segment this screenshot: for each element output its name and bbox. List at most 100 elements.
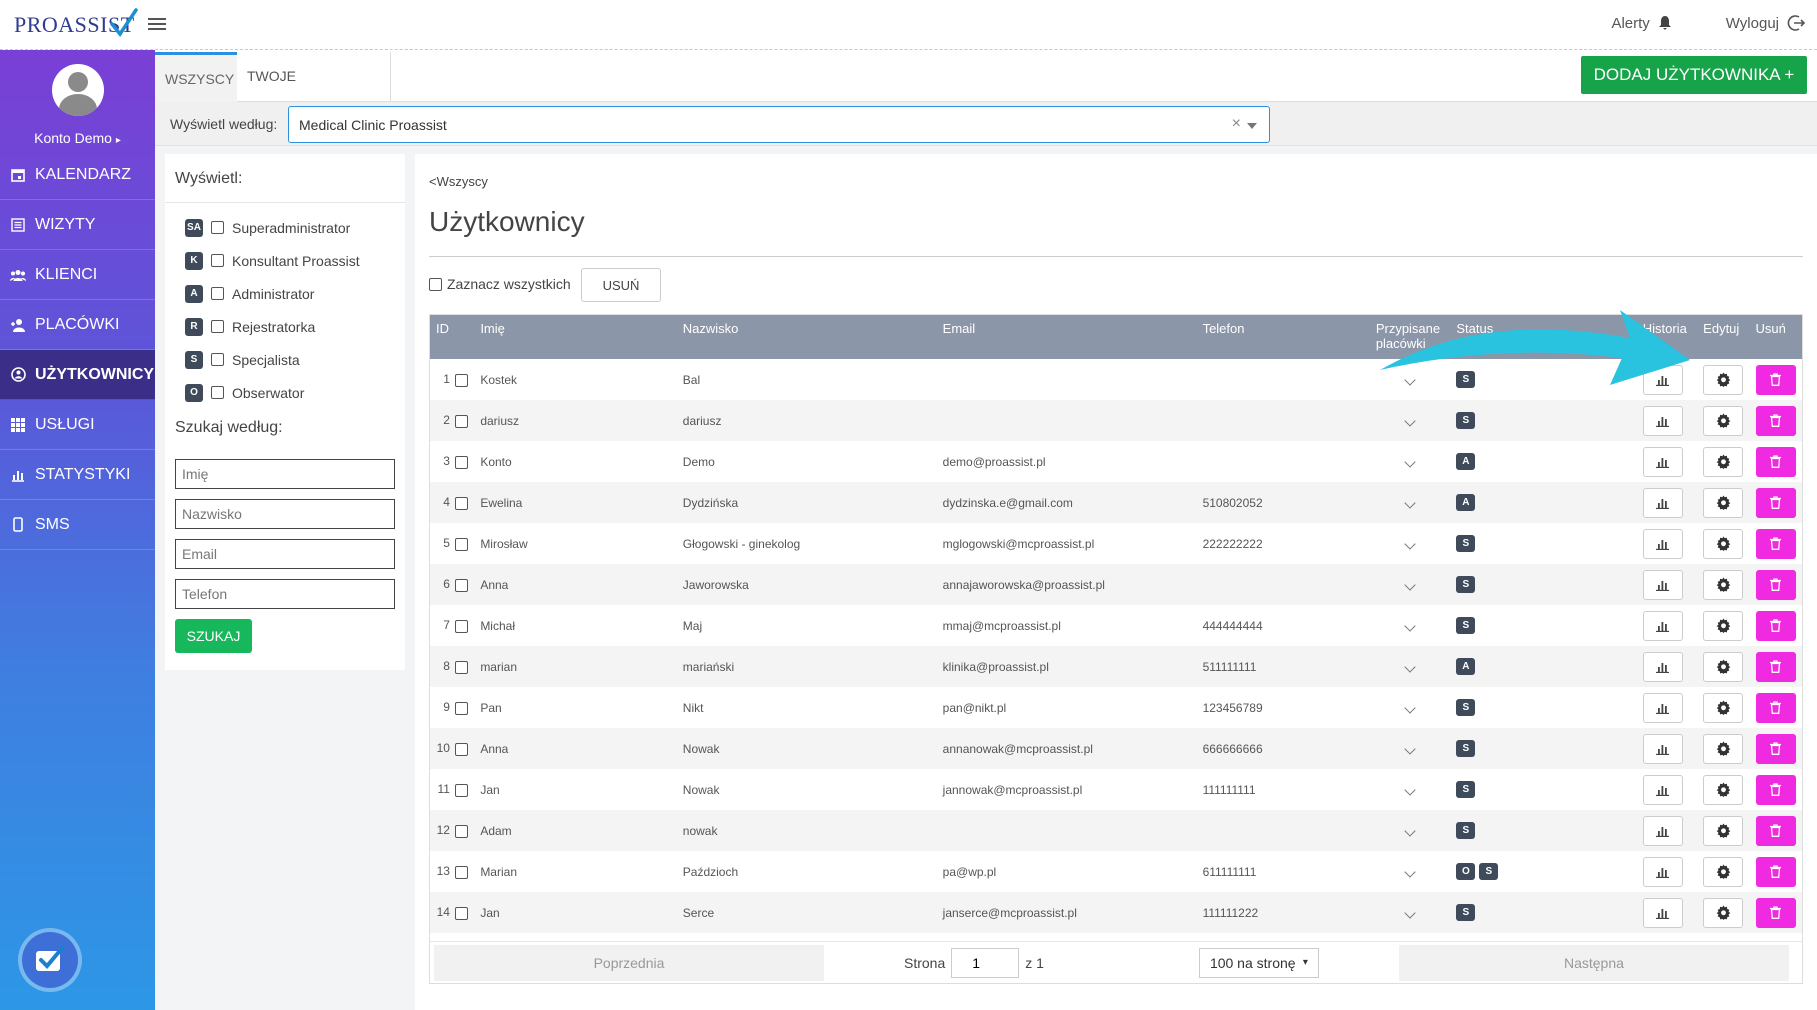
bulk-delete-button[interactable]: USUŃ [581, 268, 661, 302]
chevron-down-icon[interactable] [1404, 496, 1416, 509]
col-header-phone[interactable]: Telefon [1196, 315, 1370, 359]
tab-your-settings[interactable]: TWOJE USTAWIENIA [237, 52, 391, 132]
back-link[interactable]: <Wszyscy [429, 174, 488, 189]
history-button[interactable] [1642, 815, 1683, 846]
col-header-status[interactable]: Status [1450, 315, 1637, 359]
delete-row-button[interactable] [1755, 692, 1796, 723]
role-filter-receptionist[interactable]: R Rejestratorka [185, 310, 405, 343]
add-user-button[interactable]: DODAJ UŻYTKOWNIKA + [1581, 56, 1807, 94]
role-checkbox[interactable] [211, 353, 224, 366]
sidebar-item-clinics[interactable]: PLACÓWKI [0, 300, 155, 350]
row-checkbox[interactable] [455, 824, 469, 838]
col-header-email[interactable]: Email [936, 315, 1197, 359]
history-button[interactable] [1642, 897, 1683, 928]
tab-all[interactable]: WSZYSCY [155, 52, 237, 102]
history-button[interactable] [1642, 364, 1683, 395]
sidebar-item-services[interactable]: USŁUGI [0, 400, 155, 450]
chevron-down-icon[interactable] [1404, 455, 1416, 468]
row-checkbox[interactable] [455, 537, 469, 551]
last-name-search-input[interactable] [175, 499, 395, 529]
chevron-down-icon[interactable] [1404, 373, 1416, 386]
role-checkbox[interactable] [211, 221, 224, 234]
delete-row-button[interactable] [1755, 364, 1796, 395]
col-header-first-name[interactable]: Imię [474, 315, 677, 359]
delete-row-button[interactable] [1755, 405, 1796, 436]
sidebar-item-calendar[interactable]: KALENDARZ [0, 150, 155, 200]
search-button[interactable]: SZUKAJ [175, 619, 252, 653]
role-checkbox[interactable] [211, 254, 224, 267]
edit-button[interactable] [1703, 487, 1744, 518]
history-button[interactable] [1642, 651, 1683, 682]
history-button[interactable] [1642, 569, 1683, 600]
history-button[interactable] [1642, 856, 1683, 887]
sidebar-item-visits[interactable]: WIZYTY [0, 200, 155, 250]
delete-row-button[interactable] [1755, 774, 1796, 805]
edit-button[interactable] [1703, 897, 1744, 928]
delete-row-button[interactable] [1755, 815, 1796, 846]
delete-row-button[interactable] [1755, 569, 1796, 600]
role-checkbox[interactable] [211, 320, 224, 333]
sidebar-item-sms[interactable]: SMS [0, 500, 155, 550]
edit-button[interactable] [1703, 364, 1744, 395]
edit-button[interactable] [1703, 528, 1744, 559]
chat-widget-icon[interactable] [22, 932, 78, 988]
role-filter-superadmin[interactable]: SA Superadministrator [185, 211, 405, 244]
history-button[interactable] [1642, 487, 1683, 518]
history-button[interactable] [1642, 405, 1683, 436]
chevron-down-icon[interactable] [1404, 537, 1416, 550]
delete-row-button[interactable] [1755, 528, 1796, 559]
edit-button[interactable] [1703, 733, 1744, 764]
delete-row-button[interactable] [1755, 856, 1796, 887]
row-checkbox[interactable] [455, 619, 469, 633]
role-checkbox[interactable] [211, 386, 224, 399]
edit-button[interactable] [1703, 692, 1744, 723]
phone-search-input[interactable] [175, 579, 395, 609]
row-checkbox[interactable] [455, 455, 469, 469]
delete-row-button[interactable] [1755, 897, 1796, 928]
chevron-down-icon[interactable] [1404, 701, 1416, 714]
row-checkbox[interactable] [455, 373, 469, 387]
edit-button[interactable] [1703, 405, 1744, 436]
col-header-id[interactable]: ID [430, 315, 475, 359]
row-checkbox[interactable] [455, 783, 469, 797]
profile-name-row[interactable]: Konto Demo ▸ [0, 130, 155, 146]
chevron-down-icon[interactable] [1247, 123, 1257, 129]
row-checkbox[interactable] [455, 414, 469, 428]
edit-button[interactable] [1703, 774, 1744, 805]
chevron-down-icon[interactable] [1404, 660, 1416, 673]
role-filter-administrator[interactable]: A Administrator [185, 277, 405, 310]
edit-button[interactable] [1703, 651, 1744, 682]
role-filter-specialist[interactable]: S Specjalista [185, 343, 405, 376]
first-name-search-input[interactable] [175, 459, 395, 489]
role-filter-observer[interactable]: O Obserwator [185, 376, 405, 409]
avatar[interactable] [51, 64, 104, 116]
history-button[interactable] [1642, 692, 1683, 723]
history-button[interactable] [1642, 774, 1683, 805]
row-checkbox[interactable] [455, 865, 469, 879]
chevron-down-icon[interactable] [1404, 865, 1416, 878]
chevron-down-icon[interactable] [1404, 742, 1416, 755]
select-all-checkbox[interactable]: Zaznacz wszystkich [429, 276, 571, 292]
hamburger-menu-icon[interactable] [148, 15, 166, 35]
profile-block[interactable]: Konto Demo ▸ [0, 50, 155, 150]
per-page-select[interactable]: 100 na stronę ▾ [1198, 947, 1319, 978]
chevron-down-icon[interactable] [1404, 783, 1416, 796]
history-button[interactable] [1642, 528, 1683, 559]
role-checkbox[interactable] [211, 287, 224, 300]
role-filter-consultant[interactable]: K Konsultant Proassist [185, 244, 405, 277]
row-checkbox[interactable] [455, 660, 469, 674]
chevron-down-icon[interactable] [1404, 578, 1416, 591]
clinic-select[interactable]: Medical Clinic Proassist × [288, 106, 1270, 143]
row-checkbox[interactable] [455, 742, 469, 756]
history-button[interactable] [1642, 733, 1683, 764]
sidebar-item-users[interactable]: UŻYTKOWNICY [0, 350, 155, 400]
chevron-down-icon[interactable] [1404, 906, 1416, 919]
delete-row-button[interactable] [1755, 651, 1796, 682]
edit-button[interactable] [1703, 815, 1744, 846]
prev-page-button[interactable]: Poprzednia [434, 944, 824, 981]
row-checkbox[interactable] [455, 496, 469, 510]
sidebar-item-statistics[interactable]: STATYSTYKI [0, 450, 155, 500]
history-button[interactable] [1642, 446, 1683, 477]
delete-row-button[interactable] [1755, 733, 1796, 764]
col-header-last-name[interactable]: Nazwisko [676, 315, 937, 359]
